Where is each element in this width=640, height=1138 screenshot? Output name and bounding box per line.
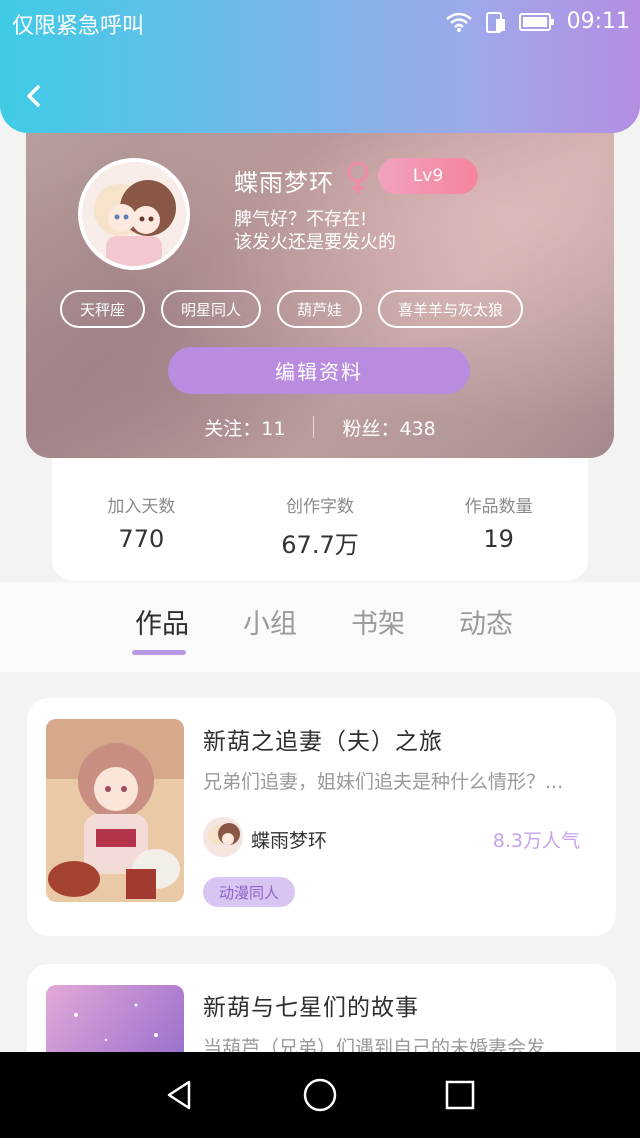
sim-icon xyxy=(485,11,505,33)
author-avatar-image xyxy=(203,817,243,857)
interest-tags: 天秤座 明星同人 葫芦娃 喜羊羊与灰太狼 xyxy=(60,290,524,328)
stat-join-days: 加入天数 770 xyxy=(52,458,231,581)
home-circle-icon xyxy=(303,1078,337,1112)
bio-line: 该发火还是要发火的 xyxy=(234,232,396,253)
nav-home-button[interactable] xyxy=(296,1071,344,1119)
work-cover[interactable] xyxy=(46,719,184,902)
nav-recents-button[interactable] xyxy=(436,1071,484,1119)
tab-activity[interactable]: 动态 xyxy=(432,602,540,641)
back-button[interactable] xyxy=(18,78,54,114)
interest-tag[interactable]: 明星同人 xyxy=(161,290,262,328)
bio-line: 脾气好？不存在! xyxy=(234,209,368,230)
stat-value: 67.7万 xyxy=(281,531,359,559)
tab-bar: 作品 小组 书架 动态 xyxy=(0,582,640,672)
popularity-count: 8.3万人气 xyxy=(492,830,580,852)
bio: 脾气好？不存在! 该发火还是要发火的 xyxy=(234,208,396,254)
work-card[interactable]: 新葫之追妻（夫）之旅 兄弟们追妻，姐妹们追夫是种什么情形？... 蝶雨梦环 8.… xyxy=(27,698,616,936)
interest-tag[interactable]: 喜羊羊与灰太狼 xyxy=(378,290,524,328)
level-badge: Lv9 xyxy=(378,158,478,194)
stat-word-count: 创作字数 67.7万 xyxy=(231,458,410,581)
tab-label: 小组 xyxy=(243,609,297,640)
edit-profile-button[interactable]: 编辑资料 xyxy=(168,347,470,394)
work-title[interactable]: 新葫之追妻（夫）之旅 xyxy=(203,722,443,756)
follow-stats: 关注：11 粉丝：438 xyxy=(26,414,614,441)
stat-works-count: 作品数量 19 xyxy=(409,458,588,581)
stat-label: 创作字数 xyxy=(286,497,354,517)
back-triangle-icon xyxy=(167,1080,191,1110)
status-icons: 09:11 xyxy=(445,9,630,34)
username: 蝶雨梦环 xyxy=(234,169,334,197)
status-bar: 仅限紧急呼叫 09:11 xyxy=(0,0,640,46)
carrier-text: 仅限紧急呼叫 xyxy=(12,14,145,39)
tab-works[interactable]: 作品 xyxy=(108,602,216,655)
stat-value: 19 xyxy=(483,525,514,553)
tab-active-indicator xyxy=(132,650,186,655)
recents-square-icon xyxy=(445,1080,475,1110)
tab-label: 书架 xyxy=(351,609,405,640)
tab-bookshelf[interactable]: 书架 xyxy=(324,602,432,641)
profile-card: 蝶雨梦环 Lv9 脾气好？不存在! 该发火还是要发火的 天秤座 明星同人 葫芦娃… xyxy=(26,108,614,458)
author-name[interactable]: 蝶雨梦环 xyxy=(251,826,327,853)
avatar[interactable] xyxy=(78,158,190,270)
tab-groups[interactable]: 小组 xyxy=(216,602,324,641)
clock: 09:11 xyxy=(566,9,630,34)
female-icon xyxy=(347,161,369,194)
work-description: 兄弟们追妻，姐妹们追夫是种什么情形？... xyxy=(203,771,564,793)
stat-value: 770 xyxy=(118,525,165,553)
avatar-image xyxy=(82,162,186,266)
divider xyxy=(313,416,315,438)
following-count[interactable]: 关注：11 xyxy=(204,414,285,441)
stats-panel: 加入天数 770 创作字数 67.7万 作品数量 19 xyxy=(52,458,588,581)
battery-icon xyxy=(518,12,554,31)
cover-image xyxy=(46,719,184,902)
followers-count[interactable]: 粉丝：438 xyxy=(342,414,435,441)
interest-tag[interactable]: 葫芦娃 xyxy=(277,290,363,328)
interest-tag[interactable]: 天秤座 xyxy=(60,290,146,328)
genre-badge[interactable]: 动漫同人 xyxy=(203,877,296,907)
chevron-left-icon xyxy=(27,85,40,107)
tab-label: 动态 xyxy=(459,609,513,640)
stat-label: 加入天数 xyxy=(107,497,176,517)
stat-label: 作品数量 xyxy=(464,497,533,517)
work-title[interactable]: 新葫与七星们的故事 xyxy=(203,988,419,1022)
tab-label: 作品 xyxy=(135,609,189,640)
author-avatar[interactable] xyxy=(203,817,243,857)
nav-back-button[interactable] xyxy=(156,1071,204,1119)
system-nav-bar xyxy=(0,1052,640,1138)
wifi-icon xyxy=(445,12,472,32)
